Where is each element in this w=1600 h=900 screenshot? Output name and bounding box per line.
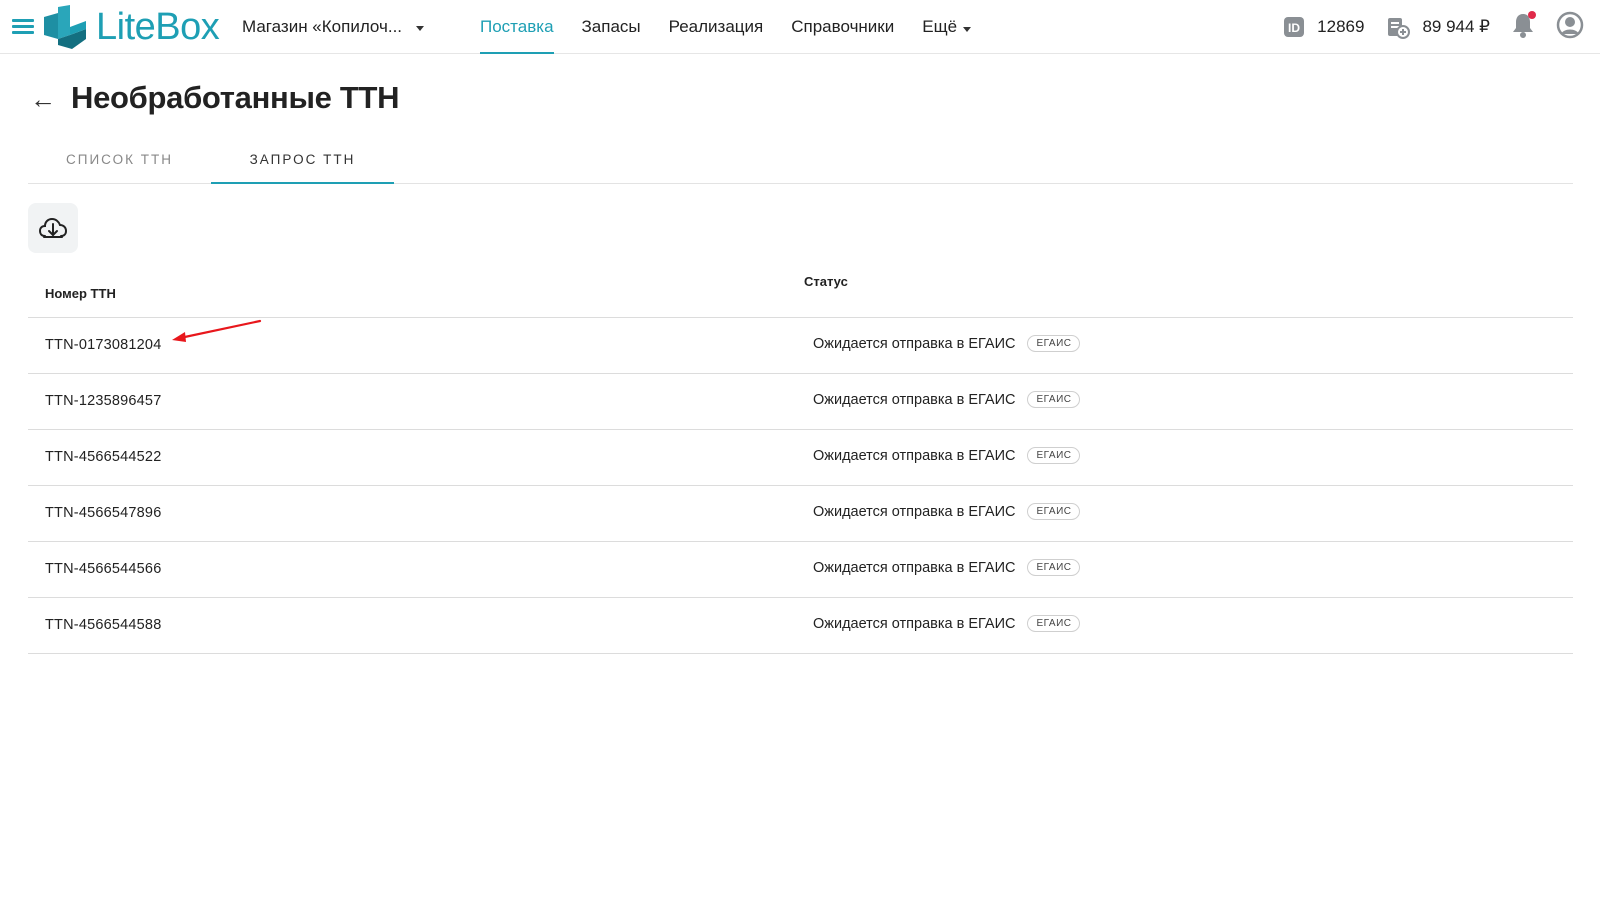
ttn-status: Ожидается отправка в ЕГАИС ЕГАИС — [813, 503, 1081, 520]
ttn-status: Ожидается отправка в ЕГАИС ЕГАИС — [813, 615, 1081, 632]
status-badge: ЕГАИС — [1027, 335, 1081, 352]
ttn-status: Ожидается отправка в ЕГАИС ЕГАИС — [813, 447, 1081, 464]
status-text: Ожидается отправка в ЕГАИС — [813, 335, 1016, 352]
app-logo[interactable]: LiteBox — [44, 4, 220, 50]
account-id[interactable]: ID 12869 — [1283, 16, 1364, 38]
nav-label: Поставка — [480, 17, 554, 36]
ttn-number: TTN-4566544522 — [45, 449, 162, 465]
status-text: Ожидается отправка в ЕГАИС — [813, 447, 1016, 464]
notifications-button[interactable] — [1512, 10, 1536, 43]
tab-ttn-request[interactable]: ЗАПРОС ТТН — [211, 138, 394, 184]
nav-label: Реализация — [668, 17, 764, 36]
ttn-status: Ожидается отправка в ЕГАИС ЕГАИС — [813, 391, 1081, 408]
nav-label: Запасы — [581, 17, 641, 36]
column-header-number[interactable]: Номер ТТН — [45, 286, 116, 301]
table-row[interactable]: TTN-4566547896 Ожидается отправка в ЕГАИ… — [28, 486, 1573, 542]
nav-item-realizatsiya[interactable]: Реализация — [655, 0, 778, 54]
litebox-logo-icon — [44, 5, 86, 49]
cloud-download-icon — [38, 217, 68, 238]
status-badge: ЕГАИС — [1027, 391, 1081, 408]
notification-dot — [1528, 10, 1536, 19]
nav-item-more[interactable]: Ещё — [908, 0, 985, 54]
status-text: Ожидается отправка в ЕГАИС — [813, 391, 1016, 408]
ttn-number: TTN-4566544566 — [45, 561, 162, 577]
header-tools: ID 12869 89 944 ₽ — [1261, 0, 1584, 54]
status-text: Ожидается отправка в ЕГАИС — [813, 503, 1016, 520]
store-label: Магазин «Копилоч... — [242, 17, 403, 36]
status-text: Ожидается отправка в ЕГАИС — [813, 559, 1016, 576]
store-selector[interactable]: Магазин «Копилоч... — [242, 17, 425, 37]
nav-item-postavka[interactable]: Поставка — [466, 0, 568, 54]
balance-value: 89 944 ₽ — [1422, 17, 1490, 36]
main-nav: Поставка Запасы Реализация Справочники Е… — [466, 0, 985, 54]
column-header-status[interactable]: Статус — [804, 274, 848, 289]
table-header: Номер ТТН Статус — [28, 264, 1573, 318]
table-row[interactable]: TTN-4566544522 Ожидается отправка в ЕГАИ… — [28, 430, 1573, 486]
table-row[interactable]: TTN-4566544566 Ожидается отправка в ЕГАИ… — [28, 542, 1573, 598]
nav-label: Ещё — [922, 17, 958, 36]
status-badge: ЕГАИС — [1027, 559, 1081, 576]
annotation-arrow-icon — [172, 319, 262, 342]
wallet-icon — [1388, 18, 1411, 39]
hamburger-icon[interactable] — [12, 19, 34, 35]
download-button[interactable] — [28, 203, 78, 253]
ttn-status: Ожидается отправка в ЕГАИС ЕГАИС — [813, 335, 1081, 352]
status-badge: ЕГАИС — [1027, 615, 1081, 632]
profile-button[interactable] — [1556, 11, 1584, 44]
ttn-number: TTN-4566544588 — [45, 617, 162, 633]
account-id-value: 12869 — [1317, 17, 1365, 36]
ttn-number: TTN-0173081204 — [45, 337, 162, 353]
status-text: Ожидается отправка в ЕГАИС — [813, 615, 1016, 632]
tab-ttn-list[interactable]: СПИСОК ТТН — [28, 138, 211, 183]
ttn-number: TTN-4566547896 — [45, 505, 162, 521]
table-row[interactable]: TTN-4566544588 Ожидается отправка в ЕГАИ… — [28, 598, 1573, 654]
status-badge: ЕГАИС — [1027, 503, 1081, 520]
nav-label: Справочники — [791, 17, 895, 36]
chevron-down-icon — [963, 27, 972, 32]
table-row[interactable]: TTN-1235896457 Ожидается отправка в ЕГАИ… — [28, 374, 1573, 430]
top-bar: LiteBox Магазин «Копилоч... Поставка Зап… — [0, 0, 1600, 54]
chevron-down-icon — [416, 25, 425, 31]
nav-item-spravochniki[interactable]: Справочники — [777, 0, 908, 54]
ttn-number: TTN-1235896457 — [45, 393, 162, 409]
page-title: Необработанные ТТН — [71, 80, 400, 115]
nav-item-zapasy[interactable]: Запасы — [568, 0, 655, 54]
user-avatar-icon — [1556, 11, 1584, 38]
app-name: LiteBox — [96, 6, 220, 48]
status-badge: ЕГАИС — [1027, 447, 1081, 464]
id-card-icon: ID — [1284, 17, 1305, 37]
svg-text:ID: ID — [1288, 21, 1300, 35]
ttn-status: Ожидается отправка в ЕГАИС ЕГАИС — [813, 559, 1081, 576]
balance[interactable]: 89 944 ₽ — [1386, 15, 1490, 39]
arrow-left-icon[interactable]: ← — [30, 86, 56, 112]
tabs: СПИСОК ТТН ЗАПРОС ТТН — [28, 138, 1573, 184]
